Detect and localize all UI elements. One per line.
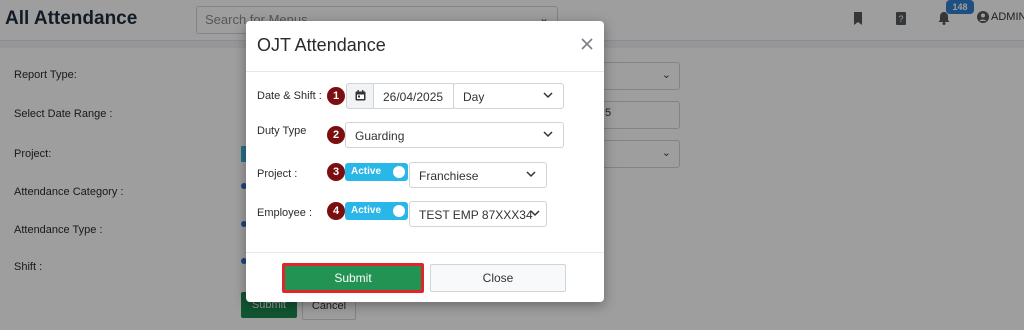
modal-footer: Submit Close	[246, 252, 604, 303]
chevron-down-icon	[530, 210, 540, 217]
shift-select[interactable]: Day	[453, 83, 564, 109]
step-badge-4: 4	[327, 202, 345, 220]
date-shift-label: Date & Shift :	[257, 90, 322, 102]
close-button[interactable]: Close	[430, 264, 566, 292]
submit-button[interactable]: Submit	[282, 263, 424, 293]
step-badge-3: 3	[327, 163, 345, 181]
step-badge-2: 2	[327, 126, 345, 144]
project-select[interactable]: Franchiese	[409, 162, 547, 188]
date-value: 26/04/2025	[383, 90, 444, 104]
employee-toggle-label: Active	[351, 205, 382, 216]
chevron-down-icon	[543, 131, 553, 138]
project-label: Project :	[257, 168, 298, 180]
employee-select[interactable]: TEST EMP 87XXX34	[409, 201, 547, 227]
employee-value: TEST EMP 87XXX34	[419, 208, 533, 222]
calendar-button[interactable]	[346, 83, 374, 109]
project-value: Franchiese	[419, 169, 479, 183]
chevron-down-icon	[543, 92, 553, 99]
step-badge-1: 1	[327, 87, 345, 105]
shift-value: Day	[463, 90, 485, 104]
project-active-toggle[interactable]: Active	[345, 163, 408, 181]
project-toggle-label: Active	[351, 166, 382, 177]
duty-type-value: Guarding	[355, 129, 405, 143]
toggle-knob	[393, 166, 405, 178]
employee-label: Employee :	[257, 207, 313, 219]
duty-type-label: Duty Type	[257, 125, 307, 137]
modal-header: OJT Attendance	[246, 21, 604, 72]
duty-type-select[interactable]: Guarding	[345, 122, 564, 148]
ojt-attendance-modal: OJT Attendance Date & Shift : 1 26/04/20…	[246, 21, 604, 302]
date-input[interactable]: 26/04/2025	[373, 83, 454, 109]
employee-active-toggle[interactable]: Active	[345, 202, 408, 220]
modal-title: OJT Attendance	[257, 35, 386, 55]
close-icon[interactable]	[580, 37, 594, 51]
calendar-icon	[355, 90, 366, 101]
toggle-knob	[393, 205, 405, 217]
chevron-down-icon	[526, 171, 536, 178]
